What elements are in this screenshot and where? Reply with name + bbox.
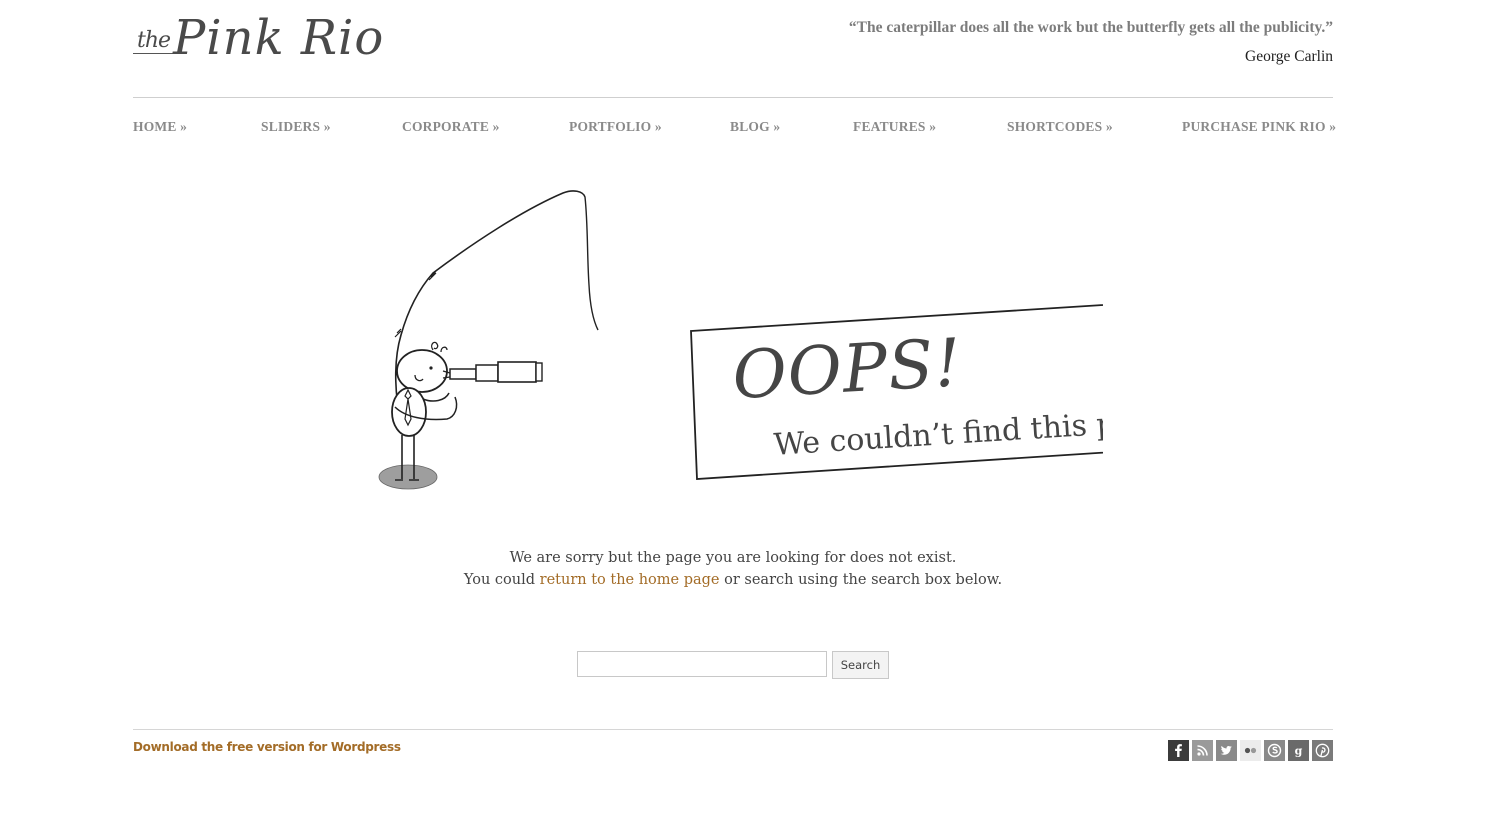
header-divider bbox=[133, 97, 1333, 98]
sign-title: OOPS! bbox=[730, 324, 963, 414]
nav-item-features[interactable]: FEATURES » bbox=[853, 119, 936, 135]
flickr-icon[interactable] bbox=[1240, 740, 1261, 761]
nav-item-corporate[interactable]: CORPORATE » bbox=[402, 119, 500, 135]
skype-icon[interactable] bbox=[1264, 740, 1285, 761]
logo-name-text: Pink Rio bbox=[173, 10, 385, 66]
nav-item-shortcodes[interactable]: SHORTCODES » bbox=[1007, 119, 1113, 135]
logo-underline bbox=[133, 53, 173, 54]
social-icons: g bbox=[1168, 740, 1333, 761]
suggestion-prefix: You could bbox=[463, 572, 540, 588]
logo-the-text: the bbox=[137, 28, 171, 53]
header-quote: “The caterpillar does all the work but t… bbox=[848, 19, 1333, 36]
nav-item-home[interactable]: HOME » bbox=[133, 119, 187, 135]
main-nav: HOME » SLIDERS » CORPORATE » PORTFOLIO »… bbox=[133, 119, 1336, 139]
search-button[interactable]: Search bbox=[832, 651, 889, 679]
site-logo[interactable]: the Pink Rio bbox=[133, 8, 383, 74]
nav-item-blog[interactable]: BLOG » bbox=[730, 119, 780, 135]
pinterest-icon[interactable] bbox=[1312, 740, 1333, 761]
error-message: We are sorry but the page you are lookin… bbox=[509, 550, 957, 566]
oops-illustration: OOPS! We couldn’t find this page bbox=[378, 190, 1103, 490]
page-wrapper: the Pink Rio “The caterpillar does all t… bbox=[133, 0, 1336, 825]
home-page-link[interactable]: return to the home page bbox=[540, 572, 720, 588]
download-wordpress-link[interactable]: Download the free version for Wordpress bbox=[133, 740, 401, 754]
twitter-icon[interactable] bbox=[1216, 740, 1237, 761]
error-message-suggestion: You could return to the home page or sea… bbox=[133, 572, 1333, 588]
facebook-icon[interactable] bbox=[1168, 740, 1189, 761]
suggestion-suffix: or search using the search box below. bbox=[719, 572, 1003, 588]
nav-item-sliders[interactable]: SLIDERS » bbox=[261, 119, 331, 135]
nav-item-portfolio[interactable]: PORTFOLIO » bbox=[569, 119, 662, 135]
rss-icon[interactable] bbox=[1192, 740, 1213, 761]
search-input[interactable] bbox=[577, 651, 827, 677]
footer-divider bbox=[133, 729, 1333, 730]
svg-text:g: g bbox=[1295, 745, 1303, 758]
google-icon[interactable]: g bbox=[1288, 740, 1309, 761]
nav-item-purchase[interactable]: PURCHASE PINK RIO » bbox=[1182, 119, 1336, 135]
header-quote-author: George Carlin bbox=[1245, 48, 1333, 65]
